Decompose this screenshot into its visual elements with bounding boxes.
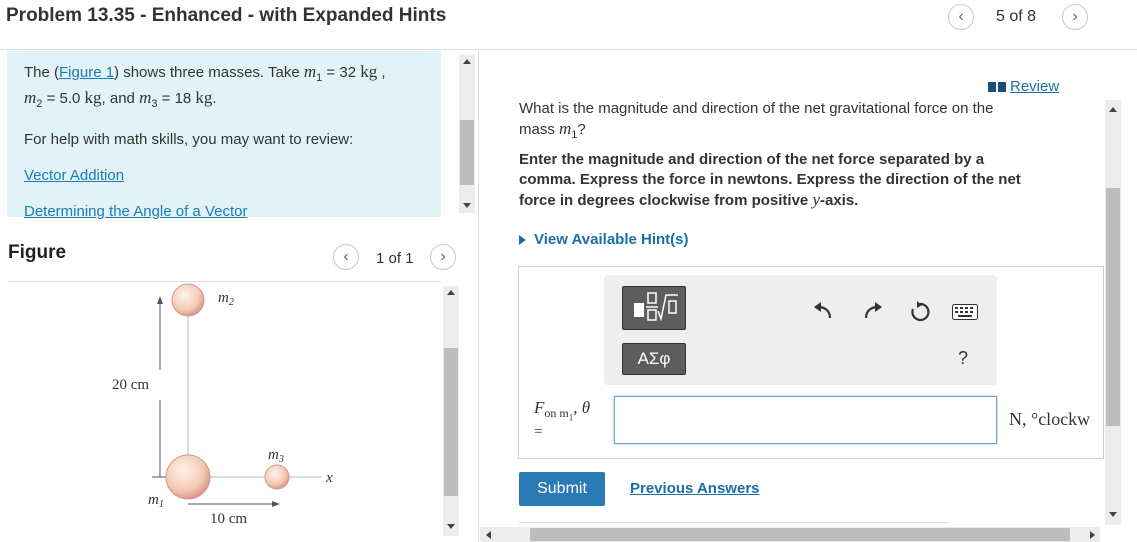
question-body: What is the magnitude and direction of t… <box>519 100 994 138</box>
scroll-down-icon[interactable] <box>1109 512 1117 517</box>
intro-scroll-thumb[interactable] <box>460 120 474 185</box>
mass-m1 <box>165 454 211 500</box>
figure-counter: 1 of 1 <box>376 250 414 267</box>
theta-symbol: , θ <box>573 398 591 417</box>
figure-heading: Figure <box>8 242 67 263</box>
masses-figure: m2 m3 m1 20 cm 10 cm x <box>112 283 333 527</box>
chevron-right-icon: › <box>440 248 446 265</box>
book-icon <box>988 81 1006 92</box>
horizontal-scroll-thumb[interactable] <box>530 528 1070 541</box>
scroll-up-icon[interactable] <box>447 290 455 295</box>
instructions-axis-symbol: y <box>812 190 820 209</box>
view-hints-toggle[interactable]: View Available Hint(s) <box>519 231 689 248</box>
m3-unit: kg <box>195 88 213 107</box>
m3-symbol: m <box>139 88 152 107</box>
caret-right-icon <box>519 234 526 245</box>
problem-counter: 5 of 8 <box>996 8 1037 25</box>
undo-icon[interactable] <box>812 300 834 327</box>
chevron-right-icon: › <box>1072 8 1078 25</box>
review-label: Review <box>1010 78 1060 95</box>
main-scroll-thumb[interactable] <box>1106 188 1120 426</box>
templates-button[interactable] <box>622 286 686 330</box>
m3-label: m3 <box>268 447 284 465</box>
reset-icon[interactable] <box>908 300 932 329</box>
instructions-axis-suffix: -axis. <box>819 192 859 209</box>
instructions-text: Enter the magnitude and direction of the… <box>519 150 1039 211</box>
next-problem-button[interactable]: › <box>1062 4 1088 30</box>
horizontal-dimension-label: 10 cm <box>210 511 247 527</box>
m2-label: m2 <box>218 290 234 308</box>
dimension-arrow-right <box>272 501 280 507</box>
scroll-down-icon[interactable] <box>463 203 471 208</box>
vector-addition-link[interactable]: Vector Addition <box>24 166 434 186</box>
chevron-left-icon: ‹ <box>343 248 349 265</box>
figure-link[interactable]: Figure 1 <box>59 64 114 81</box>
m1-label: m1 <box>148 492 164 510</box>
section-divider <box>519 522 949 523</box>
intro-text: The (Figure 1) shows three masses. Take … <box>24 62 434 222</box>
vertical-dimension-label: 20 cm <box>112 377 149 393</box>
scroll-up-icon[interactable] <box>1109 107 1117 112</box>
m2-unit: kg <box>84 88 102 107</box>
scroll-right-icon[interactable] <box>1090 531 1095 539</box>
m1-unit: kg <box>360 62 378 81</box>
m1-value: = 32 <box>322 64 361 81</box>
scroll-left-icon[interactable] <box>486 531 491 539</box>
prev-problem-button[interactable]: ‹ <box>948 4 974 30</box>
chevron-left-icon: ‹ <box>958 8 964 25</box>
answer-input[interactable] <box>614 396 997 444</box>
m1-symbol: m <box>303 62 317 81</box>
next-figure-button[interactable]: › <box>430 244 456 270</box>
intro-period: . <box>212 90 217 107</box>
scroll-down-icon[interactable] <box>447 524 455 529</box>
force-symbol: F <box>534 398 545 417</box>
instructions-body: Enter the magnitude and direction of the… <box>519 151 1021 209</box>
keyboard-icon[interactable] <box>952 304 978 325</box>
review-link[interactable]: Review <box>988 78 1059 95</box>
question-end: ? <box>577 121 586 138</box>
mass-m3 <box>264 464 290 490</box>
force-subscript: on m <box>544 406 569 421</box>
m3-value: = 18 <box>157 90 196 107</box>
hints-label: View Available Hint(s) <box>534 231 689 248</box>
problem-title: Problem 13.35 - Enhanced - with Expanded… <box>6 5 447 26</box>
greek-symbols-button[interactable]: ΑΣφ <box>622 343 686 375</box>
intro-paragraph: The (Figure 1) shows three masses. Take … <box>24 62 434 114</box>
help-button[interactable]: ? <box>958 348 968 369</box>
mass-m2 <box>171 283 205 317</box>
scroll-up-icon[interactable] <box>463 59 471 64</box>
intro-text-prefix: The ( <box>24 64 60 81</box>
fraction-root-icon <box>634 292 678 322</box>
equals-sign: = <box>534 424 543 440</box>
m2-symbol: m <box>24 88 37 107</box>
x-axis-label: x <box>325 470 333 486</box>
previous-answers-link[interactable]: Previous Answers <box>630 480 760 497</box>
answer-label: Fon m1, θ <box>534 398 590 423</box>
help-text: For help with math skills, you may want … <box>24 131 354 148</box>
m1-comma: , <box>377 64 386 81</box>
question-text: What is the magnitude and direction of t… <box>519 99 1019 145</box>
intro-text-suffix: ) shows three masses. Take <box>114 64 304 81</box>
answer-units: N, °clockw <box>1009 409 1091 429</box>
angle-of-vector-link[interactable]: Determining the Angle of a Vector <box>24 202 434 222</box>
prev-figure-button[interactable]: ‹ <box>333 244 359 270</box>
dimension-arrow-up <box>157 296 163 304</box>
m2-value: = 5.0 <box>42 90 85 107</box>
figure-scroll-thumb[interactable] <box>444 348 458 496</box>
redo-icon[interactable] <box>862 300 884 327</box>
and-text: , and <box>101 90 140 107</box>
panel-divider <box>478 51 479 542</box>
submit-button[interactable]: Submit <box>519 472 605 506</box>
question-mass-symbol: m <box>559 119 572 138</box>
